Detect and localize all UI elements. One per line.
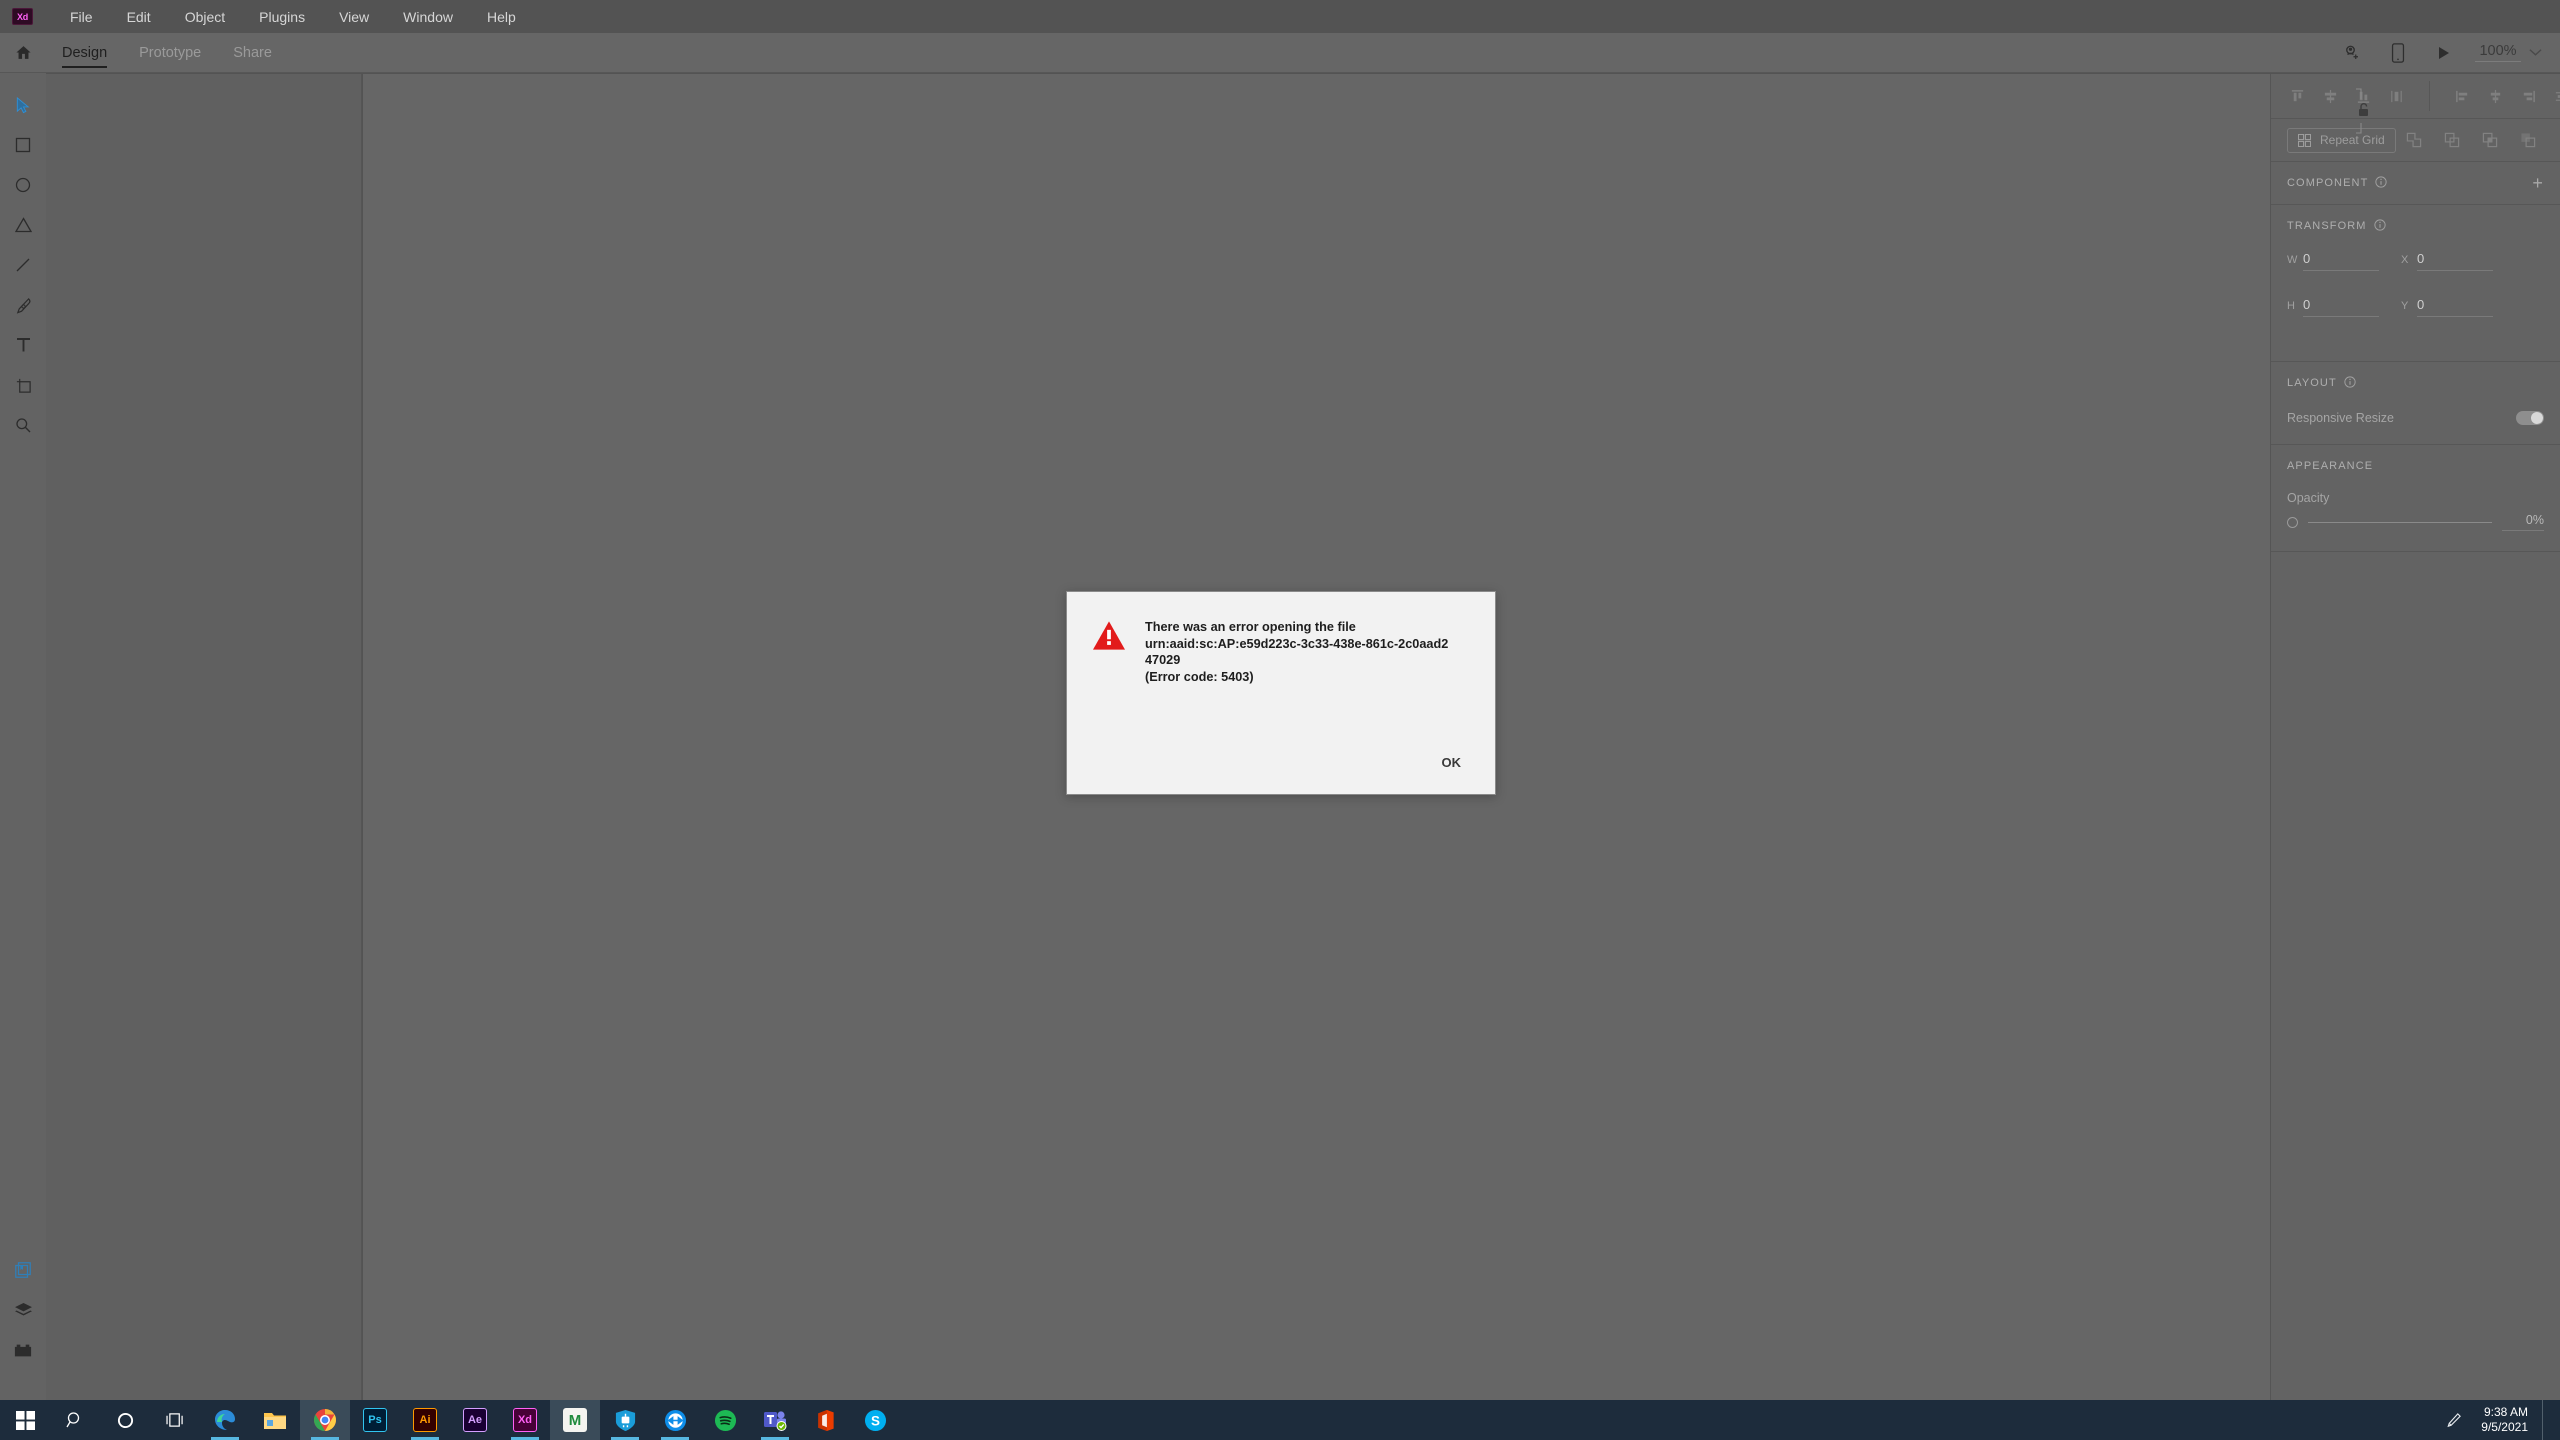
xd-taskbar-icon[interactable]: Xd [500,1400,550,1440]
search-icon [66,1412,80,1428]
task-view-button[interactable] [150,1400,200,1440]
aftereffects-taskbar-icon[interactable]: Ae [450,1400,500,1440]
edge-icon [215,1410,235,1430]
error-dialog-footer: OK [1432,751,1472,774]
ok-button[interactable]: OK [1432,751,1472,774]
folder-icon [264,1412,286,1429]
adobe-xd-window: Xd File Edit Object Plugins View Window … [0,0,2560,1440]
clock[interactable]: 9:38 AM 9/5/2021 [2473,1405,2542,1435]
maya-taskbar-icon[interactable]: M [550,1400,600,1440]
windows-start-icon [15,1410,35,1430]
warning-triangle-icon [1093,621,1125,685]
modal-overlay: There was an error opening the file urn:… [0,0,2560,1440]
pen-ink-button[interactable] [2433,1400,2473,1440]
taskbar-search-button[interactable] [50,1400,100,1440]
error-message-line2: urn:aaid:sc:AP:e59d223c-3c33-438e-861c-2… [1145,636,1449,668]
aftereffects-icon: Ae [463,1408,487,1432]
teams-taskbar-icon[interactable] [750,1400,800,1440]
task-view-icon [165,1413,183,1427]
skype-taskbar-icon[interactable]: S [850,1400,900,1440]
chrome-icon [314,1409,336,1431]
teamviewer-icon [664,1409,686,1431]
chrome-taskbar-icon[interactable] [300,1400,350,1440]
teamviewer-taskbar-icon[interactable] [650,1400,700,1440]
teams-icon [764,1411,787,1431]
photoshop-taskbar-icon[interactable]: Ps [350,1400,400,1440]
error-message-line3: (Error code: 5403) [1145,669,1254,684]
error-message: There was an error opening the file urn:… [1145,619,1455,685]
spotify-icon [714,1409,736,1431]
error-message-line1: There was an error opening the file [1145,620,1356,634]
spotify-taskbar-icon[interactable] [700,1400,750,1440]
maya-icon: M [563,1408,587,1432]
show-desktop-button[interactable] [2542,1400,2550,1440]
gitkraken-shield-icon [615,1409,635,1431]
error-dialog: There was an error opening the file urn:… [1066,591,1496,795]
clock-date: 9/5/2021 [2481,1420,2528,1434]
svg-text:S: S [871,1413,880,1428]
clock-time: 9:38 AM [2483,1405,2528,1419]
system-tray: 9:38 AM 9/5/2021 [2433,1400,2560,1440]
edge-taskbar-icon[interactable] [200,1400,250,1440]
cortana-button[interactable] [100,1400,150,1440]
pen-ink-icon [2447,1412,2461,1427]
photoshop-icon: Ps [363,1408,387,1432]
windows-taskbar: Ps Ai Ae Xd M S 9:38 AM 9/5/2021 [0,1400,2560,1440]
start-button[interactable] [0,1400,50,1440]
file-explorer-taskbar-icon[interactable] [250,1400,300,1440]
cortana-circle-icon [117,1412,133,1428]
gitkraken-taskbar-icon[interactable] [600,1400,650,1440]
xd-icon: Xd [513,1408,537,1432]
illustrator-taskbar-icon[interactable]: Ai [400,1400,450,1440]
illustrator-icon: Ai [413,1408,437,1432]
skype-icon: S [864,1409,886,1431]
office-taskbar-icon[interactable] [800,1400,850,1440]
error-dialog-body: There was an error opening the file urn:… [1067,592,1495,685]
office-icon [818,1409,834,1431]
